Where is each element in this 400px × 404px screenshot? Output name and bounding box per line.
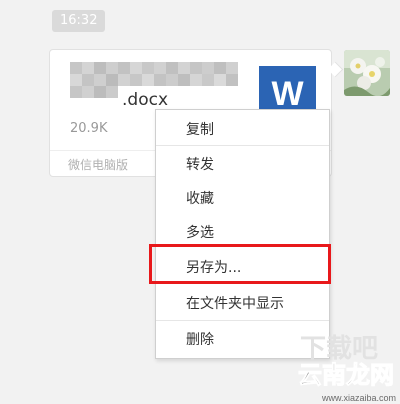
wechat-chat-window: 16:32 .docx 20.9K W 微信电脑版 复制 转发 收藏 多选 另存… bbox=[0, 0, 400, 404]
save-as-highlight bbox=[149, 244, 331, 284]
context-menu: 复制 转发 收藏 多选 另存为... 在文件夹中显示 删除 bbox=[155, 109, 330, 359]
menu-item-forward[interactable]: 转发 bbox=[156, 154, 329, 174]
avatar-flower-icon bbox=[344, 50, 390, 96]
file-source-label: 微信电脑版 bbox=[68, 158, 129, 172]
menu-item-favorite[interactable]: 收藏 bbox=[156, 188, 329, 208]
menu-separator bbox=[156, 320, 329, 321]
menu-item-copy[interactable]: 复制 bbox=[156, 119, 329, 139]
menu-separator bbox=[156, 145, 329, 146]
menu-item-multiselect[interactable]: 多选 bbox=[156, 222, 329, 242]
file-size: 20.9K bbox=[70, 121, 108, 136]
sender-avatar[interactable] bbox=[344, 50, 390, 96]
watermark-url: www.xiazaiba.com bbox=[321, 393, 396, 403]
watermark-text: 云南龙网 bbox=[298, 361, 395, 390]
site-watermark: 下载吧 云南龙网 www.xiazaiba.com bbox=[292, 327, 400, 404]
file-name-extension: .docx bbox=[122, 90, 169, 110]
message-timestamp: 16:32 bbox=[52, 10, 106, 32]
menu-item-show-in-folder[interactable]: 在文件夹中显示 bbox=[156, 293, 329, 313]
